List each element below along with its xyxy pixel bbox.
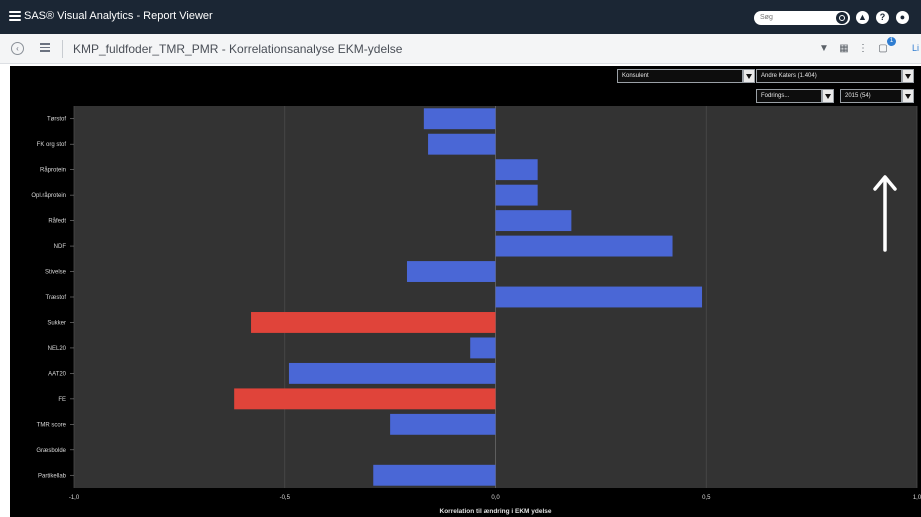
x-axis-title: Korrelation til ændring i EKM ydelse — [440, 508, 552, 515]
more-options-icon[interactable]: ⋮ — [857, 43, 869, 55]
x-tick-label: 0,5 — [702, 495, 711, 501]
user-link[interactable]: Li — [912, 43, 919, 53]
user-icon[interactable]: ● — [896, 11, 909, 24]
bar-nel20[interactable] — [470, 337, 496, 359]
bar-stivelse[interactable] — [406, 261, 496, 282]
header-divider — [62, 40, 63, 58]
app-bar: SAS® Visual Analytics - Report Viewer ▲ … — [0, 0, 921, 34]
bar-fe[interactable] — [234, 388, 496, 410]
bar-partikellab[interactable] — [373, 464, 496, 486]
bar-t-rstof[interactable] — [423, 108, 496, 130]
bar-ndf[interactable] — [495, 235, 673, 257]
x-tick-label: 0,0 — [491, 495, 500, 501]
category-label: Træstof — [46, 295, 67, 301]
x-tick-label: 1,0 — [913, 495, 921, 501]
category-label: Stivelse — [45, 270, 67, 276]
hamburger-icon[interactable] — [9, 11, 21, 21]
compass-icon[interactable]: ▲ — [856, 11, 869, 24]
category-label: NEL20 — [48, 346, 67, 352]
bar-fk-org-stof[interactable] — [428, 133, 496, 155]
search-icon[interactable] — [836, 12, 848, 24]
bar-tmr-score[interactable] — [390, 413, 496, 435]
category-label: NDF — [54, 244, 67, 250]
bar-tr-stof[interactable] — [495, 286, 703, 308]
bar-r-fedt[interactable] — [495, 210, 572, 232]
app-title: SAS® Visual Analytics - Report Viewer — [24, 10, 213, 22]
report-viewer-window: SAS® Visual Analytics - Report Viewer ▲ … — [0, 0, 921, 517]
category-label: Græsbolde — [36, 448, 66, 454]
bar-opl-r-protein[interactable] — [495, 184, 538, 206]
category-label: Sukker — [47, 320, 66, 326]
report-header: ‹ KMP_fuldfoder_TMR_PMR - Korrelationsan… — [0, 34, 921, 64]
category-label: TMR score — [37, 422, 67, 428]
bar-aat20[interactable] — [288, 362, 496, 384]
bar-sukker[interactable] — [251, 312, 496, 333]
filter-icon[interactable]: ▼ — [818, 43, 830, 55]
report-title: KMP_fuldfoder_TMR_PMR - Korrelationsanal… — [73, 42, 403, 56]
list-icon[interactable] — [40, 43, 50, 53]
category-label: AAT20 — [48, 371, 67, 377]
notification-icon[interactable]: ▢ — [877, 43, 889, 55]
x-tick-label: -0,5 — [280, 495, 291, 501]
category-label: Partikellab — [38, 473, 67, 479]
report-canvas: Konsulent Andre Katers (1.404) Fodrings.… — [10, 66, 921, 517]
search-field[interactable] — [754, 11, 850, 25]
question-icon[interactable]: ? — [876, 11, 889, 24]
category-label: Råprotein — [40, 167, 66, 174]
grid-icon[interactable]: ▦ — [838, 43, 850, 55]
category-label: Opl.råprotein — [31, 192, 66, 199]
back-icon[interactable]: ‹ — [11, 42, 24, 55]
category-label: Tørstof — [47, 117, 66, 123]
up-arrow-annotation — [873, 175, 897, 252]
bar-r-protein[interactable] — [495, 159, 538, 181]
x-tick-label: -1,0 — [69, 495, 80, 501]
notification-badge: 1 — [887, 37, 896, 46]
search-input[interactable] — [760, 14, 830, 21]
category-label: FK org stof — [37, 142, 67, 148]
category-label: FE — [58, 397, 66, 403]
category-label: Råfedt — [48, 218, 66, 225]
correlation-bar-chart: Tørstof FK org stof Råprotein Opl.råprotein… — [31, 106, 921, 515]
